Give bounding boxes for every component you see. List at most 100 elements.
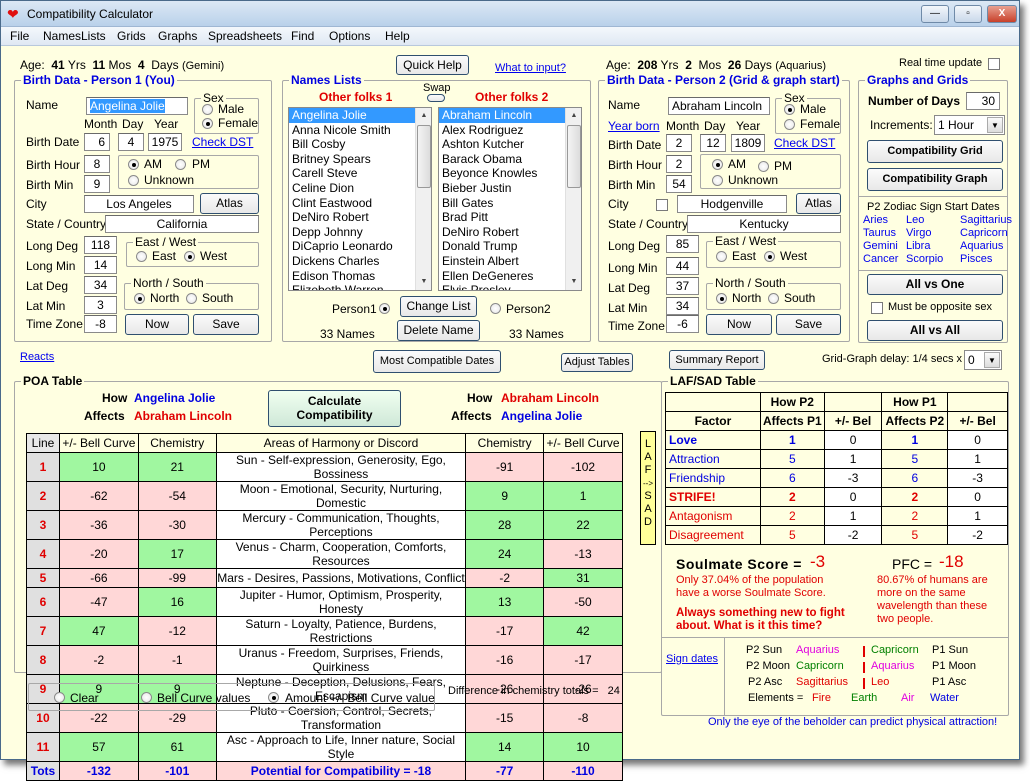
name-list-item[interactable]: Dickens Charles — [289, 254, 431, 269]
p2-unknown-radio[interactable] — [712, 175, 723, 186]
quick-help-button[interactable]: Quick Help — [396, 55, 469, 75]
p2-pm-radio[interactable] — [758, 161, 769, 172]
name-list-item[interactable]: Beyonce Knowles — [439, 166, 581, 181]
p1-day-input[interactable]: 4 — [118, 133, 144, 151]
amount-bell-curve-radio[interactable] — [268, 692, 279, 703]
p1-hour-input[interactable]: 8 — [84, 155, 110, 173]
name-list-item[interactable]: Elizebeth Warren — [289, 283, 431, 290]
reacts-link[interactable]: Reacts — [20, 351, 54, 363]
p1-unknown-radio[interactable] — [128, 175, 139, 186]
zodiac-link-gemini[interactable]: Gemini — [863, 240, 898, 252]
all-vs-one-button[interactable]: All vs One — [867, 274, 1003, 295]
p1-pm-radio[interactable] — [175, 159, 186, 170]
zodiac-link-libra[interactable]: Libra — [906, 240, 930, 252]
zodiac-link-cancer[interactable]: Cancer — [863, 253, 898, 265]
name-list-item[interactable]: Einstein Albert — [439, 254, 581, 269]
p1-year-input[interactable]: 1975 — [148, 133, 182, 151]
p1-female-radio[interactable] — [202, 118, 213, 129]
dropdown-arrow-icon[interactable]: ▼ — [984, 352, 1000, 368]
name-list-item[interactable]: Angelina Jolie — [289, 108, 431, 123]
p2-city-input[interactable]: Hodgenville — [677, 195, 787, 213]
scroll-thumb[interactable] — [417, 125, 431, 188]
p2-year-input[interactable]: 1809 — [731, 134, 765, 152]
dropdown-arrow-icon[interactable]: ▼ — [987, 117, 1003, 133]
compatibility-graph-button[interactable]: Compatibility Graph — [867, 168, 1003, 191]
name-list-item[interactable]: Bill Gates — [439, 196, 581, 211]
zodiac-link-taurus[interactable]: Taurus — [863, 227, 896, 239]
name-list-item[interactable]: Ellen DeGeneres — [439, 269, 581, 284]
name-list-item[interactable]: Britney Spears — [289, 152, 431, 167]
p1-name-input[interactable]: Angelina Jolie — [86, 97, 188, 115]
p1-tz-input[interactable]: -8 — [84, 315, 117, 333]
p2-now-button[interactable]: Now — [706, 314, 772, 335]
p1-north-radio[interactable] — [134, 293, 145, 304]
name-list-item[interactable]: Clint Eastwood — [289, 196, 431, 211]
p2-east-radio[interactable] — [716, 251, 727, 262]
zodiac-link-leo[interactable]: Leo — [906, 214, 924, 226]
list2-scrollbar[interactable]: ▲ ▼ — [565, 108, 581, 290]
number-of-days-input[interactable]: 30 — [966, 92, 1000, 110]
menu-file[interactable]: File — [10, 29, 29, 43]
maximize-button[interactable]: ▫ — [954, 5, 982, 23]
real-time-update-checkbox[interactable] — [988, 58, 1000, 70]
name-list-item[interactable]: Donald Trump — [439, 239, 581, 254]
name-list-item[interactable]: DeNiro Robert — [289, 210, 431, 225]
p1-east-radio[interactable] — [136, 251, 147, 262]
zodiac-link-scorpio[interactable]: Scorpio — [906, 253, 943, 265]
menu-graphs[interactable]: Graphs — [158, 29, 197, 43]
name-list-item[interactable]: Anna Nicole Smith — [289, 123, 431, 138]
minimize-button[interactable]: — — [921, 5, 949, 23]
p1-save-button[interactable]: Save — [193, 314, 259, 335]
p2-male-radio[interactable] — [784, 104, 795, 115]
name-list-item[interactable]: DiCaprio Leonardo — [289, 239, 431, 254]
year-born-link[interactable]: Year born — [608, 119, 660, 133]
p2-check-dst-link[interactable]: Check DST — [774, 136, 835, 150]
p2-lat-min-input[interactable]: 34 — [666, 297, 699, 315]
name-list-item[interactable]: Bill Cosby — [289, 137, 431, 152]
p2-name-input[interactable]: Abraham Lincoln — [668, 97, 770, 115]
increments-select[interactable]: 1 Hour ▼ — [934, 115, 1005, 135]
compatibility-grid-button[interactable]: Compatibility Grid — [867, 140, 1003, 163]
p1-long-min-input[interactable]: 14 — [84, 256, 117, 274]
p1-atlas-button[interactable]: Atlas — [200, 193, 259, 214]
p1-now-button[interactable]: Now — [125, 314, 189, 335]
name-list-item[interactable]: Barack Obama — [439, 152, 581, 167]
menu-options[interactable]: Options — [329, 29, 370, 43]
opposite-sex-checkbox[interactable] — [871, 302, 883, 314]
p2-tz-input[interactable]: -6 — [666, 315, 699, 333]
p2-lat-deg-input[interactable]: 37 — [666, 277, 699, 295]
what-to-input-link[interactable]: What to input? — [495, 62, 566, 74]
p2-long-min-input[interactable]: 44 — [666, 257, 699, 275]
scroll-down-icon[interactable]: ▼ — [416, 274, 431, 290]
name-list-item[interactable]: Elvis Presley — [439, 283, 581, 290]
scroll-up-icon[interactable]: ▲ — [416, 108, 431, 124]
p1-state-input[interactable]: California — [105, 215, 259, 233]
calculate-compatibility-button[interactable]: Calculate Compatibility — [268, 390, 401, 427]
person1-radio[interactable] — [379, 303, 390, 314]
p2-month-input[interactable]: 2 — [666, 134, 692, 152]
delete-name-button[interactable]: Delete Name — [397, 320, 480, 341]
swap-button[interactable] — [427, 94, 445, 102]
zodiac-link-sagittarius[interactable]: Sagittarius — [960, 214, 1012, 226]
zodiac-link-capricorn[interactable]: Capricorn — [960, 227, 1008, 239]
scroll-up-icon[interactable]: ▲ — [566, 108, 581, 124]
name-list-item[interactable]: Edison Thomas — [289, 269, 431, 284]
p2-atlas-button[interactable]: Atlas — [796, 193, 841, 214]
p2-female-radio[interactable] — [784, 119, 795, 130]
p2-long-deg-input[interactable]: 85 — [666, 235, 699, 253]
names-list-1[interactable]: Angelina Jolie Anna Nicole Smith Bill Cosb… — [288, 107, 432, 291]
p1-lat-deg-input[interactable]: 34 — [84, 276, 117, 294]
zodiac-link-aries[interactable]: Aries — [863, 214, 888, 226]
adjust-tables-button[interactable]: Adjust Tables — [561, 353, 633, 372]
most-compatible-dates-button[interactable]: Most Compatible Dates — [373, 350, 501, 373]
person2-radio[interactable] — [490, 303, 501, 314]
zodiac-link-virgo[interactable]: Virgo — [906, 227, 931, 239]
close-button[interactable]: X — [987, 5, 1017, 23]
p2-city-checkbox[interactable] — [656, 199, 668, 211]
scroll-thumb[interactable] — [567, 125, 581, 188]
p2-save-button[interactable]: Save — [776, 314, 841, 335]
p1-west-radio[interactable] — [184, 251, 195, 262]
name-list-item[interactable]: Alex Rodriguez — [439, 123, 581, 138]
all-vs-all-button[interactable]: All vs All — [867, 320, 1003, 341]
p2-north-radio[interactable] — [716, 293, 727, 304]
